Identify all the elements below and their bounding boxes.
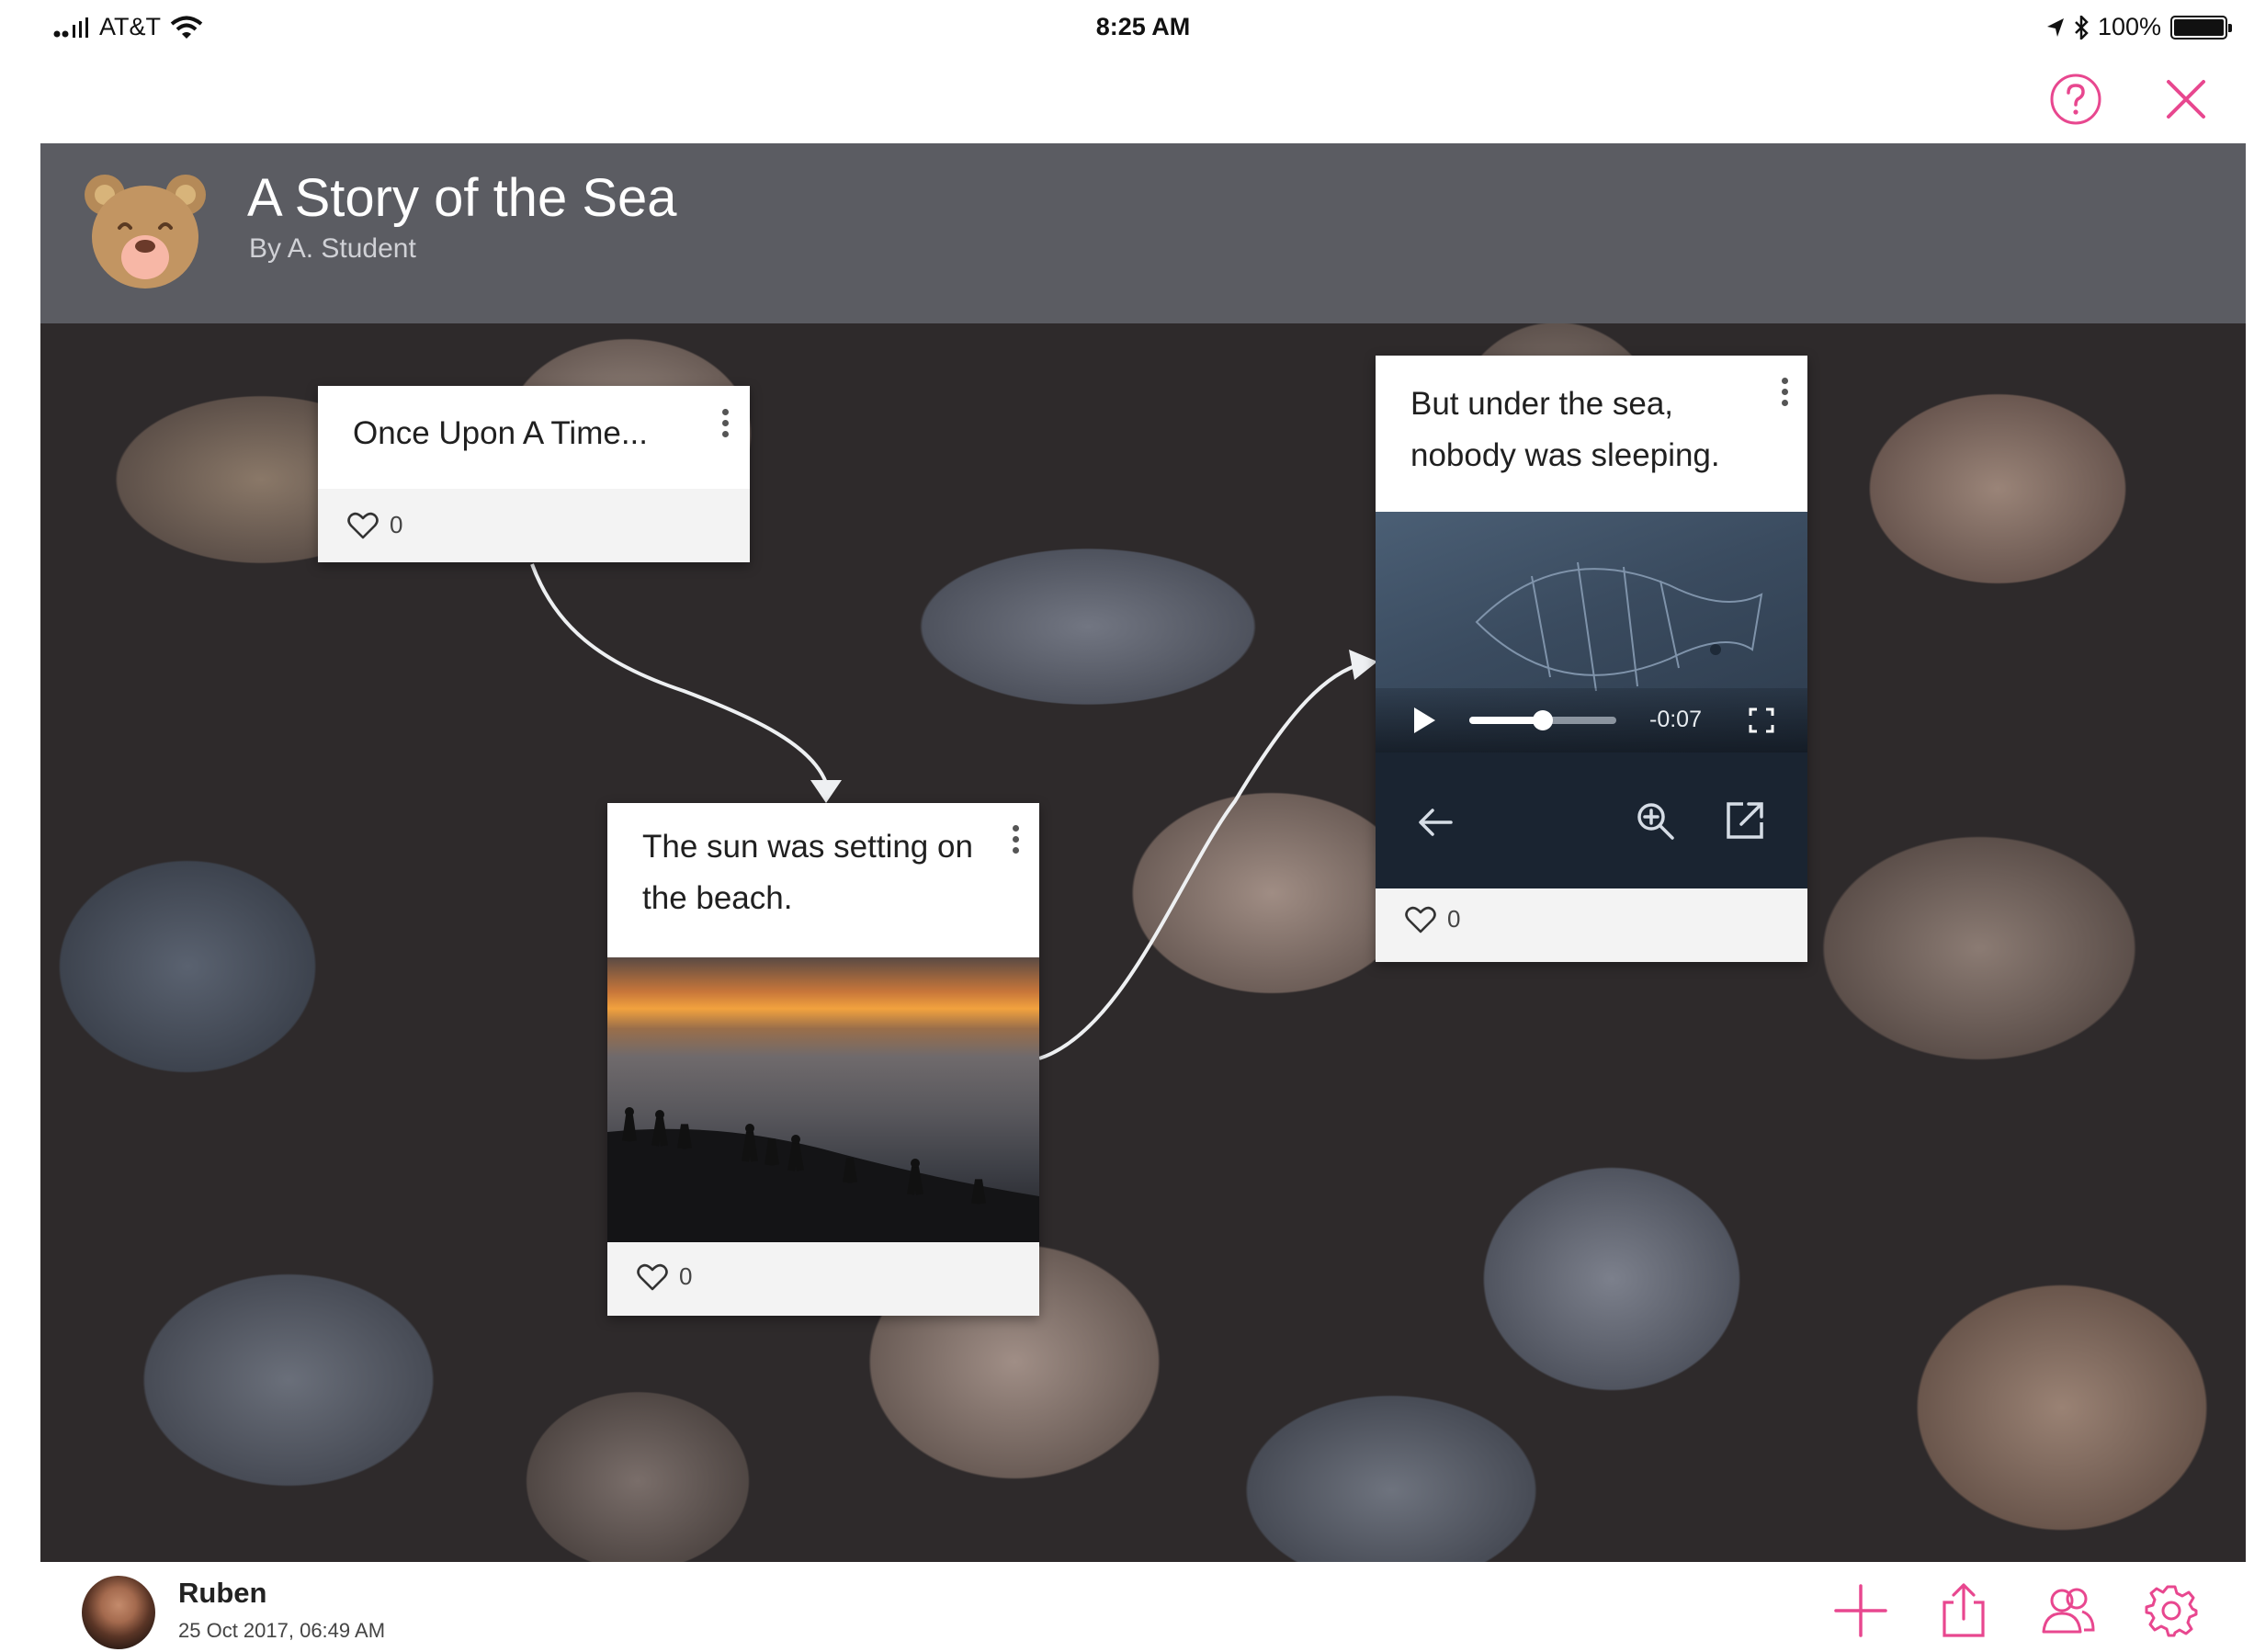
card-text: Once Upon A Time... [353,415,648,451]
story-card-1[interactable]: Once Upon A Time... 0 [318,386,750,562]
zoom-in-icon[interactable] [1633,798,1677,843]
plus-icon[interactable] [1832,1582,1889,1639]
card-menu-icon[interactable] [711,400,739,446]
status-right: 100% [2046,13,2232,41]
help-icon[interactable] [2049,73,2102,126]
connector-line-1-2 [530,563,828,784]
battery-icon [2170,15,2232,40]
like-count: 0 [679,1262,693,1290]
seek-knob[interactable] [1533,710,1553,730]
user-name: Ruben [178,1577,267,1609]
video-controls: -0:07 [1376,688,1807,752]
user-date: 25 Oct 2017, 06:49 AM [178,1619,386,1642]
share-icon[interactable] [1935,1582,1992,1639]
gear-icon[interactable] [2143,1582,2200,1639]
like-count: 0 [390,511,403,538]
beach-silhouettes [607,1107,1039,1242]
bear-logo-icon [85,175,206,289]
card-footer: 0 [1376,888,1807,962]
like-count: 0 [1447,905,1461,933]
story-card-3[interactable]: But under the sea, nobody was sleeping. [1376,356,1807,962]
open-external-icon[interactable] [1723,798,1767,843]
connector-line-2-3 [1038,662,1365,1060]
card-footer: 0 [607,1242,1039,1316]
app-window: AT&T 8:25 AM 100% A Story of the Sea By … [40,0,2246,1652]
story-canvas[interactable]: Once Upon A Time... 0 The sun was settin… [40,323,2246,1562]
fullscreen-icon[interactable] [1748,707,1775,734]
video-seek-slider[interactable] [1469,710,1616,730]
status-bar: AT&T 8:25 AM 100% [40,0,2246,55]
story-title: A Story of the Sea [247,168,677,228]
like-button[interactable]: 0 [637,1262,692,1291]
fish-drawing-video[interactable]: -0:07 [1376,512,1807,752]
card-footer: 0 [318,489,750,562]
heart-icon [637,1263,668,1290]
bluetooth-icon [2075,15,2089,40]
video-time-left: -0:07 [1649,707,1702,732]
bottom-bar: Ruben 25 Oct 2017, 06:49 AM [40,1562,2246,1652]
story-header: A Story of the Sea By A. Student [40,143,2246,323]
card-text: But under the sea, nobody was sleeping. [1410,386,1720,473]
heart-icon [1405,906,1436,933]
top-nav [40,55,2246,143]
people-icon[interactable] [2040,1582,2097,1639]
play-icon[interactable] [1410,705,1438,736]
heart-icon [347,512,379,538]
seek-filled [1469,717,1543,724]
connector-arrow-1-2 [810,780,842,803]
sunset-beach-photo[interactable] [607,957,1039,1242]
story-byline: By A. Student [249,233,416,264]
back-arrow-icon[interactable] [1414,800,1458,844]
connector-arrow-2-3 [1349,650,1377,680]
story-card-2[interactable]: The sun was setting on the beach. 0 [607,803,1039,1316]
like-button[interactable]: 0 [1405,905,1460,933]
status-time: 8:25 AM [1095,13,1191,40]
avatar[interactable] [82,1576,155,1649]
card-text: The sun was setting on the beach. [642,829,973,916]
battery-fill [2174,18,2224,36]
card-menu-icon[interactable] [1771,368,1798,414]
like-button[interactable]: 0 [347,511,402,539]
card-menu-icon[interactable] [1002,816,1029,862]
close-icon[interactable] [2159,73,2213,126]
location-icon [2046,17,2064,37]
media-viewer-bar [1376,752,1807,888]
battery-percent: 100% [2097,13,2161,40]
